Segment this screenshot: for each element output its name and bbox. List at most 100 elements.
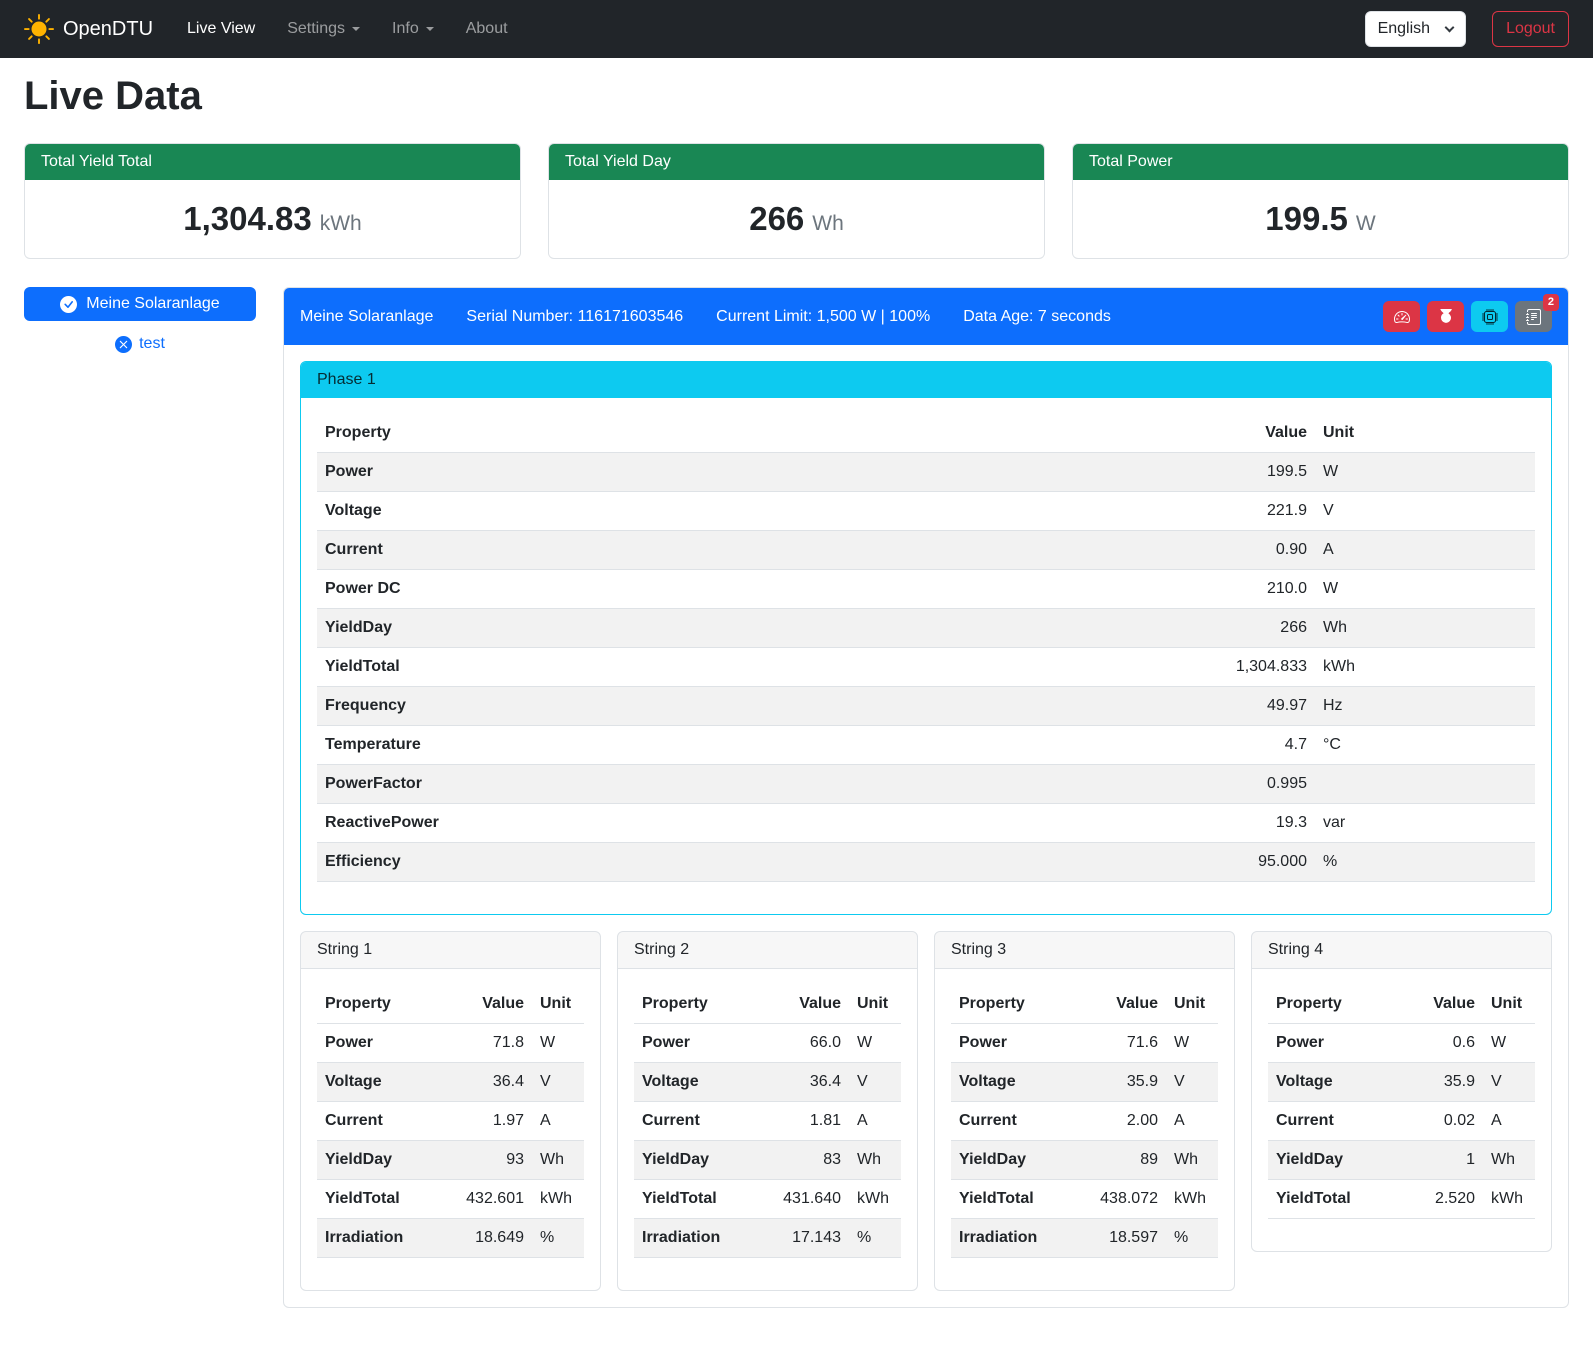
row-unit: W [1315,570,1535,609]
row-property: Power [1268,1024,1407,1063]
inverter-limit: Current Limit: 1,500 W | 100% [716,308,930,326]
row-value: 438.072 [1090,1180,1166,1219]
row-unit [1315,765,1535,804]
phase-table: Property Value Unit Power199.5WVoltage22… [317,414,1535,882]
row-property: Power [951,1024,1090,1063]
table-row: Power71.8W [317,1024,584,1063]
string-card: String 4 Property Value Unit Power0.6WVo… [1251,931,1552,1252]
table-row: Irradiation18.597% [951,1219,1218,1258]
string-table-body: Power71.8WVoltage36.4VCurrent1.97AYieldD… [317,1024,584,1258]
row-unit: A [849,1102,901,1141]
row-property: YieldTotal [317,648,1170,687]
table-row: Power DC210.0W [317,570,1535,609]
power-button[interactable] [1427,301,1464,332]
table-row: Current0.90A [317,531,1535,570]
row-value: 17.143 [773,1219,849,1258]
event-log-button[interactable]: 2 [1515,301,1552,332]
sidebar-item-label: test [139,335,165,353]
column-header-property: Property [317,414,1170,453]
inverter-sidebar: Meine Solaranlage test [24,287,256,353]
row-value: 71.6 [1090,1024,1166,1063]
row-unit: kWh [532,1180,584,1219]
nav-item-label: Live View [187,20,255,38]
column-header-property: Property [1268,985,1407,1024]
table-header-row: Property Value Unit [1268,985,1535,1024]
summary-card-total-yield-total: Total Yield Total 1,304.83 kWh [24,143,521,259]
inverter-panel-body: Phase 1 Property Value Unit Power199.5WV… [284,345,1568,1307]
table-row: YieldTotal438.072kWh [951,1180,1218,1219]
row-property: Current [634,1102,773,1141]
content-row: Meine Solaranlage test Meine Solaranlage… [24,287,1569,1308]
device-info-button[interactable] [1471,301,1508,332]
row-value: 0.90 [1170,531,1315,570]
summary-card-unit: kWh [320,212,362,235]
row-property: Voltage [951,1063,1090,1102]
row-value: 95.000 [1170,843,1315,882]
string-card-title: String 3 [935,932,1234,969]
row-value: 35.9 [1090,1063,1166,1102]
column-header-value: Value [1090,985,1166,1024]
table-row: YieldDay266Wh [317,609,1535,648]
row-property: Power [317,453,1170,492]
inverter-data-age: Data Age: 7 seconds [963,308,1111,326]
row-value: 35.9 [1407,1063,1483,1102]
row-property: Power [317,1024,456,1063]
brand[interactable]: OpenDTU [24,14,153,44]
row-property: YieldDay [317,1141,456,1180]
table-row: Power66.0W [634,1024,901,1063]
nav-item-label: About [466,20,508,38]
table-row: Voltage36.4V [634,1063,901,1102]
nav-item-label: Settings [287,20,345,38]
string-card-body: Property Value Unit Power71.8WVoltage36.… [301,969,600,1290]
summary-card-value: 199.5 [1265,200,1348,237]
table-row: YieldTotal1,304.833kWh [317,648,1535,687]
summary-card-total-yield-day: Total Yield Day 266Wh [548,143,1045,259]
speedometer-icon [1394,309,1410,325]
nav-item-settings[interactable]: Settings [279,12,368,46]
nav-item-label: Info [392,20,419,38]
summary-card-value: 1,304.83 [183,200,311,237]
summary-card-title: Total Yield Total [25,144,520,180]
row-value: 1.81 [773,1102,849,1141]
row-unit: V [849,1063,901,1102]
column-header-value: Value [1170,414,1315,453]
row-value: 199.5 [1170,453,1315,492]
row-property: Voltage [317,492,1170,531]
sidebar-item-test-inverter[interactable]: test [24,335,256,353]
row-value: 36.4 [456,1063,532,1102]
table-row: Current1.97A [317,1102,584,1141]
column-header-property: Property [317,985,456,1024]
string-card-body: Property Value Unit Power71.6WVoltage35.… [935,969,1234,1290]
nav-item-info[interactable]: Info [384,12,442,46]
limit-settings-button[interactable] [1383,301,1420,332]
row-unit: V [1483,1063,1535,1102]
string-card: String 2 Property Value Unit Power66.0WV… [617,931,918,1291]
caret-down-icon [426,27,434,31]
sidebar-item-selected-inverter[interactable]: Meine Solaranlage [24,287,256,321]
table-row: YieldDay93Wh [317,1141,584,1180]
row-value: 19.3 [1170,804,1315,843]
row-property: YieldDay [951,1141,1090,1180]
table-row: Frequency49.97Hz [317,687,1535,726]
logout-button[interactable]: Logout [1492,11,1569,47]
row-unit: Wh [1166,1141,1218,1180]
column-header-unit: Unit [532,985,584,1024]
nav-item-live-view[interactable]: Live View [179,12,263,46]
row-value: 431.640 [773,1180,849,1219]
nav-item-about[interactable]: About [458,12,516,46]
row-property: Current [951,1102,1090,1141]
row-property: Voltage [634,1063,773,1102]
table-row: Irradiation17.143% [634,1219,901,1258]
table-header-row: Property Value Unit [951,985,1218,1024]
table-header-row: Property Value Unit [634,985,901,1024]
column-header-unit: Unit [1483,985,1535,1024]
language-select[interactable]: English [1365,11,1466,47]
phase-card-body: Property Value Unit Power199.5WVoltage22… [301,398,1551,914]
column-header-unit: Unit [1315,414,1535,453]
page-container: Live Data Total Yield Total 1,304.83kWh … [0,74,1593,1332]
sun-icon [24,14,54,44]
row-property: PowerFactor [317,765,1170,804]
x-circle-icon [115,336,132,353]
row-unit: Wh [532,1141,584,1180]
row-property: Temperature [317,726,1170,765]
